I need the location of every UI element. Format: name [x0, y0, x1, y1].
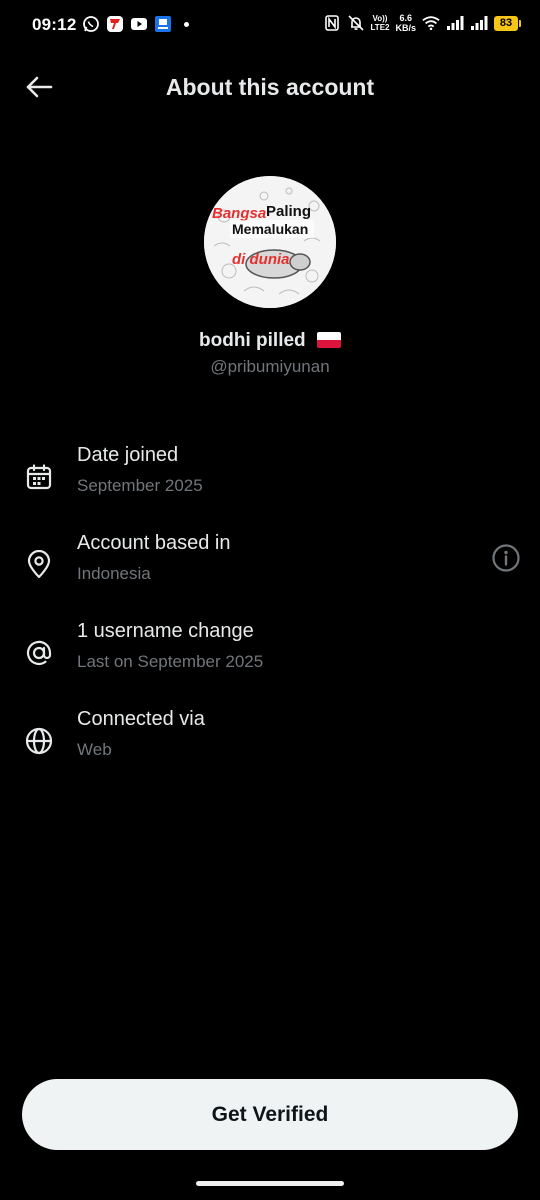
speed-value: 6.6	[399, 13, 412, 23]
signal-icon	[446, 14, 464, 32]
display-name: bodhi pilled	[199, 330, 306, 351]
location-pin-icon	[22, 548, 56, 582]
username-handle: @pribumiyunan	[210, 357, 330, 376]
status-right-icons: Vo)) LTE2 6.6 KB/s 83	[323, 13, 521, 33]
app-icon	[154, 15, 172, 33]
poland-flag-icon	[316, 332, 341, 348]
status-bar: 09:12 Vo)) LTE2 6.6 KB/s 83	[0, 0, 540, 52]
mute-icon	[347, 14, 365, 32]
info-subtitle: Web	[77, 740, 112, 759]
network-label: LTE2	[370, 23, 390, 32]
avatar[interactable]: Bangsa Paling Memalukan di dunia	[204, 176, 336, 308]
whatsapp-icon	[82, 15, 100, 33]
speed-unit: KB/s	[395, 23, 416, 33]
info-title: Date joined	[77, 444, 179, 466]
youtube-icon	[130, 15, 148, 33]
status-time: 09:12	[32, 15, 77, 34]
volte-indicator: Vo)) LTE2	[371, 14, 390, 32]
info-subtitle: Indonesia	[77, 564, 151, 583]
at-sign-icon	[22, 636, 56, 670]
info-subtitle: Last on September 2025	[77, 652, 264, 671]
avatar-text-2: Memalukan	[232, 221, 308, 237]
header: About this account	[0, 60, 540, 116]
get-verified-button[interactable]: Get Verified	[22, 1079, 518, 1150]
volte-top: Vo))	[372, 14, 388, 23]
nfc-icon	[323, 14, 341, 32]
wifi-icon	[422, 14, 440, 32]
home-indicator[interactable]	[196, 1181, 344, 1186]
info-account-based-in: Account based in Indonesia	[0, 532, 540, 602]
info-button[interactable]	[490, 543, 522, 578]
status-left-icons	[82, 15, 189, 33]
notification-dot	[184, 21, 189, 27]
display-name-row: bodhi pilled	[0, 330, 540, 352]
avatar-text-1a: Bangsa	[212, 205, 266, 222]
page-title: About this account	[165, 74, 375, 100]
globe-icon	[22, 724, 56, 758]
network-speed: 6.6 KB/s	[395, 13, 416, 33]
avatar-text-3: di dunia	[232, 251, 290, 268]
info-connected-via: Connected via Web	[0, 708, 540, 778]
info-title: Connected via	[77, 708, 205, 730]
info-username-change: 1 username change Last on September 2025	[0, 620, 540, 690]
info-circle-icon	[491, 543, 521, 578]
signal-icon-2	[470, 14, 488, 32]
info-title: 1 username change	[77, 620, 254, 642]
info-title: Account based in	[77, 532, 231, 554]
battery-icon: 83	[494, 15, 521, 31]
info-date-joined: Date joined September 2025	[0, 444, 540, 514]
avatar-text-1b: Paling	[266, 203, 311, 220]
telkomsel-icon	[106, 15, 124, 33]
calendar-icon	[22, 460, 56, 494]
info-subtitle: September 2025	[77, 476, 203, 495]
